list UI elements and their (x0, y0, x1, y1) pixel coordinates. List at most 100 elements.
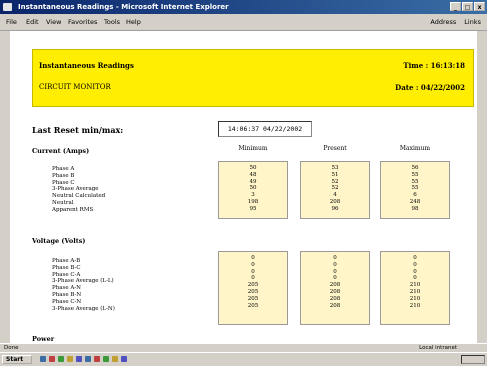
menu-favorites[interactable]: Favorites (68, 14, 97, 30)
cell-value: 0 (333, 255, 337, 261)
current-section-title: Current (Amps) (32, 147, 90, 155)
voltage-present-box: 0 0 0 0 208 208 208 208 (300, 251, 370, 325)
voltage-section-title: Voltage (Volts) (32, 237, 86, 245)
cell-value: 0 (251, 275, 255, 282)
taskbar-app-icon[interactable] (94, 356, 100, 362)
title-bar: Instantaneous Readings - Microsoft Inter… (0, 0, 487, 14)
cell-value: 48 (249, 171, 257, 178)
cell-value: 96 (331, 205, 339, 212)
taskbar-app-icon[interactable] (67, 356, 73, 362)
ie-logo-icon (3, 3, 12, 11)
menu-edit[interactable]: Edit (26, 14, 39, 30)
taskbar-app-icon[interactable] (121, 356, 127, 362)
cell-value: 98 (411, 205, 419, 212)
cell-value: 198 (247, 198, 259, 205)
page-content: Instantaneous Readings Time : 16:13:18 C… (10, 31, 477, 343)
taskbar-app-icon[interactable] (76, 356, 82, 362)
row-label: Phase B-C (52, 264, 81, 271)
cell-value: 210 (409, 302, 421, 309)
cell-value: 208 (329, 198, 341, 205)
voltage-maximum-box: 0 0 0 0 210 210 210 210 (380, 251, 450, 325)
minimize-button[interactable]: _ (450, 2, 461, 11)
row-label: Apparent RMS (52, 206, 94, 213)
cell-value: 0 (413, 261, 417, 268)
power-section-title: Power (32, 335, 55, 343)
page-title: Instantaneous Readings (39, 61, 134, 70)
cell-value: 3 (251, 192, 255, 199)
taskbar-app-icon[interactable] (112, 356, 118, 362)
menu-view[interactable]: View (46, 14, 61, 30)
menu-file[interactable]: File (6, 14, 17, 30)
row-label: Phase B-N (52, 291, 82, 298)
last-reset-label: Last Reset min/max: (32, 125, 124, 135)
row-label: Phase A-N (52, 285, 81, 292)
voltage-row-labels: Phase A-B Phase B-C Phase C-A 3-Phase Av… (52, 258, 115, 312)
cell-value: 0 (251, 261, 255, 268)
menu-help[interactable]: Help (126, 14, 141, 30)
row-label: Phase C (52, 179, 75, 186)
cell-value: 53 (331, 165, 339, 171)
taskbar-app-icon[interactable] (85, 356, 91, 362)
cell-value: 208 (329, 282, 341, 289)
row-label: Phase B (52, 172, 75, 179)
voltage-minimum-box: 0 0 0 0 205 205 205 205 (218, 251, 288, 325)
column-header-maximum: Maximum (399, 145, 431, 152)
cell-value: 95 (249, 205, 257, 212)
cell-value: 205 (247, 282, 259, 289)
date-readout: Date : 04/22/2002 (395, 83, 465, 92)
cell-value: 55 (411, 178, 419, 185)
device-name: CIRCUIT MONITOR (39, 83, 111, 91)
last-reset-value: 14:06:37 04/22/2002 (218, 121, 312, 137)
row-label: Phase C-N (52, 298, 82, 305)
cell-value: 208 (329, 288, 341, 295)
cell-value: 0 (333, 261, 337, 268)
cell-value: 6 (413, 192, 417, 199)
row-label: 3-Phase Average (52, 186, 99, 193)
row-label: Neutral Calculated (52, 193, 106, 200)
cell-value: 50 (249, 165, 257, 171)
column-header-present: Present (323, 145, 347, 152)
cell-value: 205 (247, 302, 259, 309)
cell-value: 55 (411, 171, 419, 178)
close-button[interactable]: x (474, 2, 485, 11)
cell-value: 0 (413, 275, 417, 282)
cell-value: 0 (251, 268, 255, 275)
start-button[interactable]: Start (2, 355, 32, 364)
cell-value: 208 (329, 295, 341, 302)
cell-value: 0 (413, 268, 417, 275)
current-row-labels: Phase A Phase B Phase C 3-Phase Average … (52, 166, 105, 214)
cell-value: 210 (409, 295, 421, 302)
maximize-button[interactable]: □ (462, 2, 473, 11)
cell-value: 210 (409, 282, 421, 289)
cell-value: 0 (333, 268, 337, 275)
cell-value: 52 (331, 178, 339, 185)
cell-value: 205 (247, 288, 259, 295)
row-label: 3-Phase Average (L-N) (52, 305, 115, 312)
cell-value: 4 (333, 192, 337, 199)
taskbar-app-icon[interactable] (40, 356, 46, 362)
cell-value: 210 (409, 288, 421, 295)
cell-value: 0 (333, 275, 337, 282)
address-label[interactable]: Address (430, 14, 456, 30)
system-tray[interactable] (461, 355, 485, 364)
cell-value: 52 (331, 185, 339, 192)
taskbar-app-icon[interactable] (103, 356, 109, 362)
taskbar-app-icon[interactable] (58, 356, 64, 362)
current-maximum-box: 56 55 55 55 6 248 98 (380, 161, 450, 219)
taskbar: Start (0, 352, 487, 366)
cell-value: 208 (329, 302, 341, 309)
cell-value: 56 (411, 165, 419, 171)
row-label: Phase A (52, 166, 75, 172)
cell-value: 50 (249, 185, 257, 192)
menu-bar: File Edit View Favorites Tools Help Addr… (0, 14, 487, 31)
cell-value: 0 (413, 255, 417, 261)
menu-tools[interactable]: Tools (104, 14, 120, 30)
cell-value: 51 (331, 171, 339, 178)
taskbar-app-icon[interactable] (49, 356, 55, 362)
cell-value: 49 (249, 178, 257, 185)
links-label[interactable]: Links (464, 14, 481, 30)
time-readout: Time : 16:13:18 (403, 61, 465, 70)
cell-value: 248 (409, 198, 421, 205)
quick-launch (40, 356, 127, 362)
row-label: Neutral (52, 199, 74, 206)
